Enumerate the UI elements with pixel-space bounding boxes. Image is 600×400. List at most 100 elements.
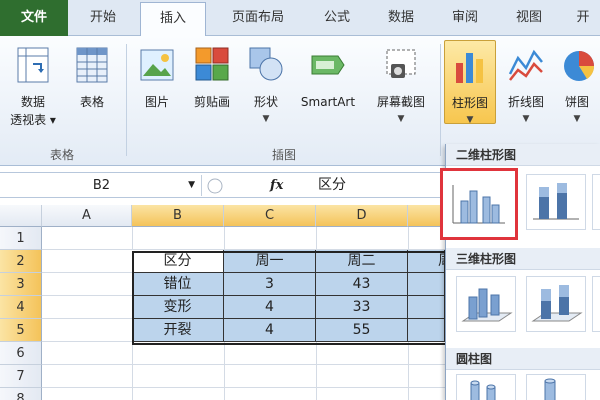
clustered-column-icon xyxy=(452,185,505,224)
table-label: 表格 xyxy=(79,95,104,109)
name-box-dropdown-icon[interactable]: ▼ xyxy=(188,175,195,196)
pivot-table-icon xyxy=(17,47,49,83)
cylinder-icon xyxy=(470,380,496,400)
row-header-8[interactable]: 8 xyxy=(0,388,42,400)
stacked-column-option[interactable] xyxy=(526,174,586,230)
cell-b4[interactable]: 变形 xyxy=(132,296,224,319)
tab-file[interactable]: 文件 xyxy=(0,0,68,36)
group-separator xyxy=(126,44,127,156)
screenshot-button[interactable]: 屏幕截图 ▼ xyxy=(366,40,436,148)
table-icon xyxy=(76,47,108,83)
cell-b2[interactable]: 区分 xyxy=(132,250,224,273)
3d-percent-column-option-partial[interactable] xyxy=(592,276,600,332)
picture-label: 图片 xyxy=(144,95,169,109)
smartart-button[interactable]: SmartArt xyxy=(292,40,364,148)
section-3d-column: 三维柱形图 xyxy=(446,248,600,270)
section-cylinder: 圆柱图 xyxy=(446,348,600,370)
line-chart-button[interactable]: 折线图 ▼ xyxy=(500,40,552,148)
cell-b5[interactable]: 开裂 xyxy=(132,319,224,342)
pie-chart-icon xyxy=(564,51,595,81)
smartart-icon xyxy=(311,55,345,75)
cell-b3[interactable]: 错位 xyxy=(132,273,224,296)
cell-c5[interactable]: 4 xyxy=(224,319,316,342)
cell-c3[interactable]: 3 xyxy=(224,273,316,296)
column-header-c[interactable]: C xyxy=(224,205,316,227)
3d-clustered-column-icon xyxy=(461,288,513,322)
tab-formulas[interactable]: 公式 xyxy=(306,0,368,36)
stacked-column-icon xyxy=(533,183,579,220)
clipart-label: 剪贴画 xyxy=(193,95,230,109)
row-header-6[interactable]: 6 xyxy=(0,342,42,365)
row-header-7[interactable]: 7 xyxy=(0,365,42,388)
tab-view[interactable]: 视图 xyxy=(498,0,560,36)
formula-input[interactable]: 区分 xyxy=(318,175,346,196)
row-header-4[interactable]: 4 xyxy=(0,296,42,319)
cylinder-stacked-icon xyxy=(544,378,556,400)
tab-insert[interactable]: 插入 xyxy=(140,2,206,37)
cylinder-clustered-option[interactable] xyxy=(456,374,516,400)
clustered-column-option[interactable] xyxy=(440,168,518,240)
row-header-1[interactable]: 1 xyxy=(0,227,42,250)
tab-data[interactable]: 数据 xyxy=(370,0,432,36)
shapes-icon xyxy=(249,47,283,81)
table-group-label: 表格 xyxy=(49,148,74,162)
tab-home[interactable]: 开始 xyxy=(72,0,134,36)
tab-page-layout[interactable]: 页面布局 xyxy=(212,0,304,36)
cell-d2[interactable]: 周二 xyxy=(316,250,408,273)
line-chart-icon xyxy=(508,49,543,81)
pie-chart-label: 饼图 xyxy=(564,95,589,109)
pie-chart-dropdown-arrow: ▼ xyxy=(573,114,581,124)
smartart-label: SmartArt xyxy=(300,95,356,109)
column-chart-label: 柱形图 xyxy=(451,96,488,110)
clipart-icon xyxy=(195,47,229,81)
3d-clustered-column-option[interactable] xyxy=(456,276,516,332)
section-2d-column: 二维柱形图 xyxy=(446,144,600,166)
select-all-corner[interactable] xyxy=(0,205,42,227)
picture-icon xyxy=(140,49,174,81)
worksheet-grid: A B C D 1 2 3 4 5 6 7 8 区分 周一 周二 周 错位 3 … xyxy=(0,205,448,400)
shapes-button[interactable]: 形状 ▼ xyxy=(242,40,290,148)
pivot-table-button[interactable]: 数据 透视表 ▾ xyxy=(4,40,62,148)
percent-stacked-column-option-partial[interactable] xyxy=(592,174,600,230)
tab-review[interactable]: 审阅 xyxy=(434,0,496,36)
pivot-table-label-1: 数据 xyxy=(20,95,45,109)
line-chart-dropdown-arrow: ▼ xyxy=(522,114,530,124)
cell-e2-partial[interactable]: 周 xyxy=(408,250,445,273)
clipart-button[interactable]: 剪贴画 xyxy=(184,40,240,148)
cell-c4[interactable]: 4 xyxy=(224,296,316,319)
cell-d3[interactable]: 43 xyxy=(316,273,408,296)
name-box-value: B2 xyxy=(92,178,111,193)
screenshot-label: 屏幕截图 xyxy=(376,95,425,109)
insert-function-button[interactable]: fx xyxy=(270,175,283,196)
cell-e3-partial[interactable] xyxy=(408,273,445,296)
cell-e4-partial[interactable] xyxy=(408,296,445,319)
row-header-5[interactable]: 5 xyxy=(0,319,42,342)
column-chart-button[interactable]: 柱形图 ▼ xyxy=(444,40,496,125)
illustrations-group-label: 插图 xyxy=(271,148,296,162)
row-header-3[interactable]: 3 xyxy=(0,273,42,296)
ribbon-tab-bar: 文件 开始 插入 页面布局 公式 数据 审阅 视图 开 xyxy=(0,0,600,37)
cell-d5[interactable]: 55 xyxy=(316,319,408,342)
3d-stacked-column-icon xyxy=(531,285,583,322)
cylinder-stacked-option[interactable] xyxy=(526,374,586,400)
column-header-b[interactable]: B xyxy=(132,205,224,227)
tab-developer-partial[interactable]: 开 xyxy=(566,0,600,36)
formula-bar-splitter-icon[interactable] xyxy=(206,177,224,195)
cell-c2[interactable]: 周一 xyxy=(224,250,316,273)
row-header-2[interactable]: 2 xyxy=(0,250,42,273)
cell-e5-partial[interactable] xyxy=(408,319,445,342)
formula-bar: B2 ▼ fx 区分 xyxy=(0,172,445,198)
shapes-dropdown-arrow: ▼ xyxy=(262,114,270,124)
3d-stacked-column-option[interactable] xyxy=(526,276,586,332)
group-separator-2 xyxy=(440,44,441,156)
column-header-d[interactable]: D xyxy=(316,205,408,227)
picture-button[interactable]: 图片 xyxy=(132,40,182,148)
name-box[interactable]: B2 ▼ xyxy=(2,175,202,196)
table-button[interactable]: 表格 xyxy=(64,40,120,148)
shapes-label: 形状 xyxy=(253,95,278,109)
pie-chart-button[interactable]: 饼图 ▼ xyxy=(554,40,600,148)
cell-d4[interactable]: 33 xyxy=(316,296,408,319)
column-header-a[interactable]: A xyxy=(42,205,132,227)
pivot-table-label-2: 透视表 ▾ xyxy=(10,113,56,127)
line-chart-label: 折线图 xyxy=(507,95,544,109)
